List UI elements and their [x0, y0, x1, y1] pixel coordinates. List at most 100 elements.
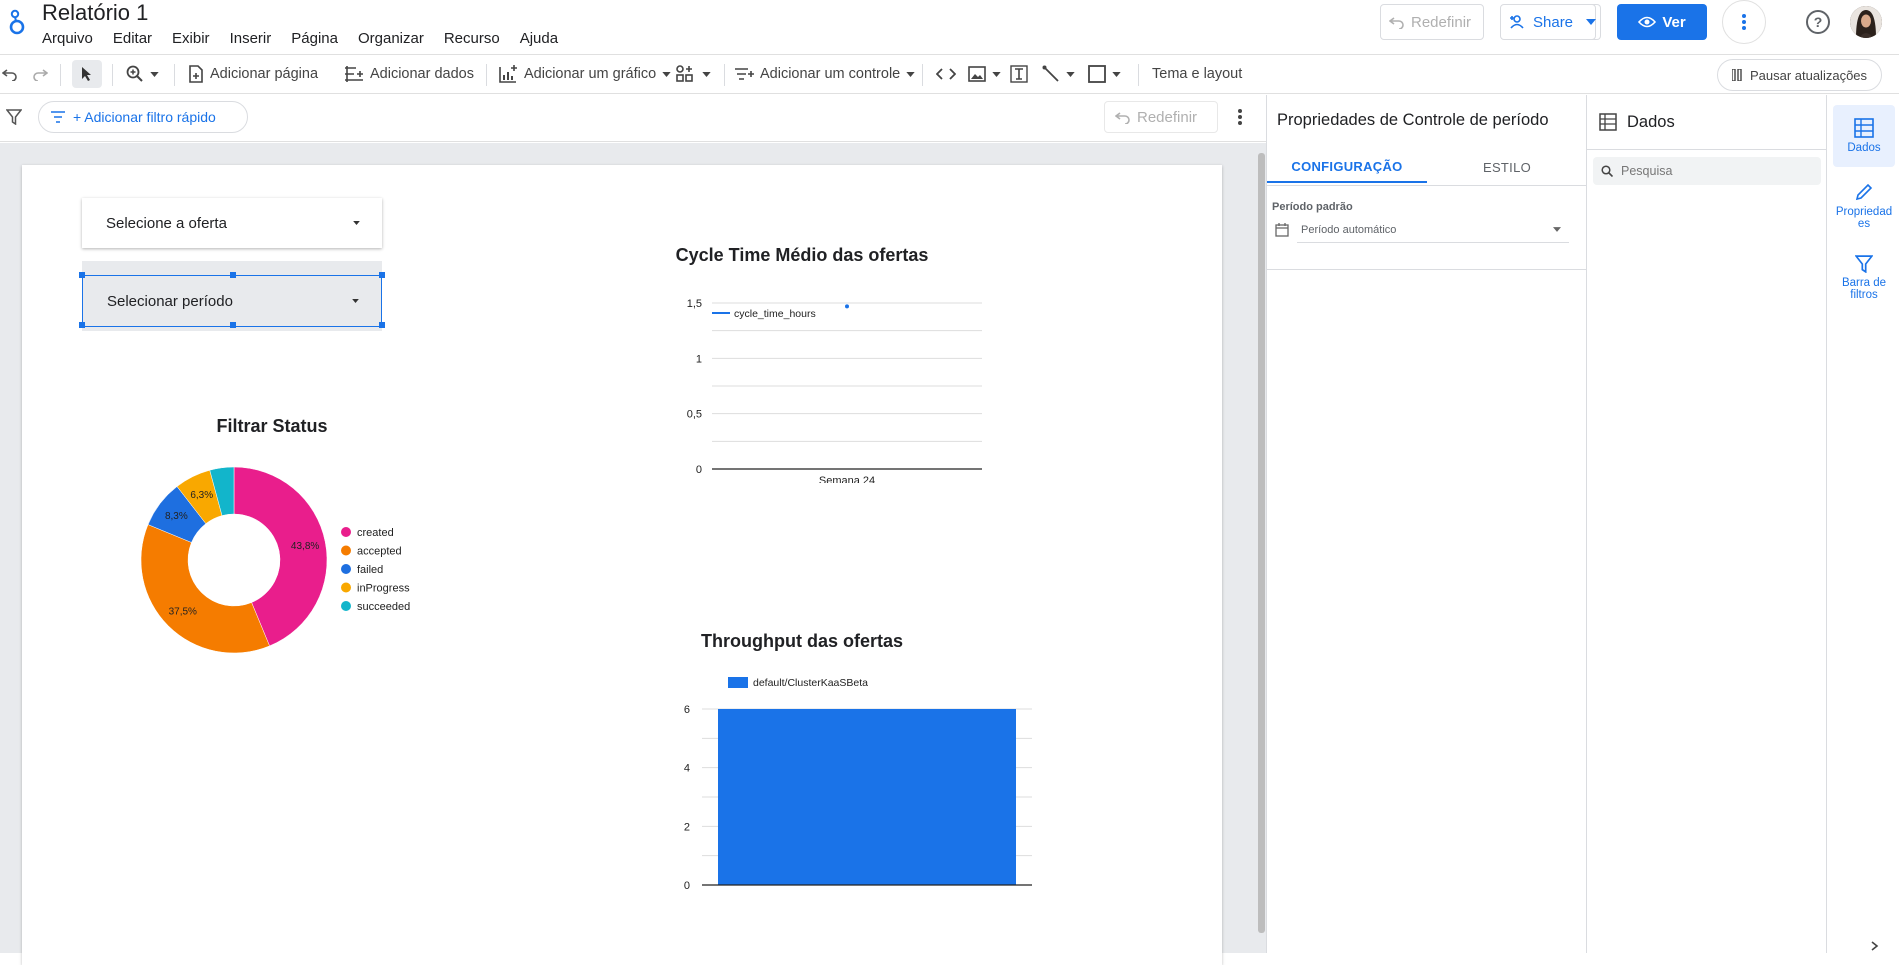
add-control-icon: [734, 66, 754, 82]
data-panel-title: Dados: [1627, 113, 1675, 131]
reset-filters-button[interactable]: Redefinir: [1104, 101, 1218, 133]
rail-data-button[interactable]: Dados: [1833, 105, 1895, 167]
undo-reset-icon: [1389, 15, 1405, 29]
report-title[interactable]: Relatório 1: [42, 0, 148, 26]
add-chart-button[interactable]: Adicionar um gráfico: [498, 55, 671, 93]
add-data-label: Adicionar dados: [370, 66, 474, 82]
menu-recurso[interactable]: Recurso: [444, 30, 510, 50]
rail-properties-button[interactable]: Propriedad es: [1833, 175, 1895, 237]
menu-arquivo[interactable]: Arquivo: [42, 30, 103, 50]
looker-studio-logo-icon[interactable]: [6, 6, 28, 36]
side-rail: Dados Propriedad es Barra de filtros: [1826, 95, 1899, 953]
text-box-icon[interactable]: [1010, 55, 1028, 93]
section-divider: [1267, 269, 1587, 270]
line-icon: [1042, 65, 1060, 83]
y-tick-label: 0: [696, 464, 702, 476]
add-component-button[interactable]: [676, 55, 711, 93]
theme-layout-button[interactable]: Tema e layout: [1152, 55, 1242, 93]
reset-button[interactable]: Redefinir: [1380, 4, 1484, 40]
add-quick-filter-label: + Adicionar filtro rápido: [73, 109, 216, 125]
redo-icon[interactable]: [32, 55, 48, 93]
status-donut-chart[interactable]: 43,8% 37,5% 8,3%6,3% created accepted failed i…: [122, 445, 422, 675]
caret-down-icon: [662, 71, 671, 77]
more-vert-icon: [1742, 14, 1746, 30]
offer-dropdown-control[interactable]: Selecione a oferta: [82, 198, 382, 248]
toolbar-divider: [922, 64, 923, 86]
pause-updates-button[interactable]: Pausar atualizações: [1717, 59, 1882, 91]
add-quick-filter-button[interactable]: + Adicionar filtro rápido: [38, 101, 248, 133]
period-date-control[interactable]: Selecionar período: [79, 272, 385, 328]
y-tick-label: 4: [684, 763, 690, 775]
default-period-label: Período padrão: [1272, 201, 1353, 213]
cycle-time-line-chart[interactable]: 0 0,5 1 1,5 Semana 24 cycle_time_hours: [672, 273, 1072, 483]
toolbar-divider: [112, 64, 113, 86]
menu-exibir[interactable]: Exibir: [172, 30, 220, 50]
zoom-button[interactable]: [126, 55, 159, 93]
filter-bar: + Adicionar filtro rápido Redefinir: [0, 95, 1266, 142]
share-label: Share: [1533, 13, 1574, 31]
avatar[interactable]: [1850, 6, 1882, 38]
throughput-bar-chart[interactable]: 0246Semana 24default/ClusterKaaSBeta: [662, 659, 1112, 889]
toolbar-divider: [60, 64, 61, 86]
resize-handle[interactable]: [379, 272, 385, 278]
menu-inserir[interactable]: Inserir: [230, 30, 282, 50]
rectangle-icon: [1088, 65, 1106, 83]
add-page-button[interactable]: Adicionar página: [188, 55, 318, 93]
resize-handle[interactable]: [79, 272, 85, 278]
add-page-icon: [188, 65, 204, 83]
default-period-select[interactable]: Período automático: [1297, 217, 1569, 243]
resize-handle[interactable]: [79, 322, 85, 328]
rail-filter-bar-button[interactable]: Barra de filtros: [1833, 247, 1895, 309]
donut-chart-title: Filtrar Status: [216, 416, 328, 436]
period-control-container: Selecionar período: [79, 261, 385, 331]
donut-slice-accepted: [140, 524, 270, 654]
menu-pagina[interactable]: Página: [291, 30, 348, 50]
default-period-value: Período automático: [1301, 223, 1397, 236]
more-vert-icon[interactable]: [1238, 109, 1242, 125]
report-page[interactable]: Selecione a oferta Selecionar período Fi…: [22, 165, 1222, 965]
caret-down-icon: [1585, 19, 1596, 25]
image-button[interactable]: [968, 55, 1001, 93]
bar-chart-title: Throughput das ofertas: [701, 631, 903, 651]
help-icon[interactable]: ?: [1806, 10, 1830, 34]
filter-icon[interactable]: [6, 109, 22, 125]
canvas-scrollbar[interactable]: [1258, 153, 1265, 933]
caret-down-icon: [1553, 227, 1561, 232]
menu-ajuda[interactable]: Ajuda: [520, 30, 568, 50]
resize-handle[interactable]: [379, 322, 385, 328]
y-tick-label: 6: [684, 704, 690, 716]
tab-style[interactable]: ESTILO: [1427, 151, 1587, 183]
select-tool-button[interactable]: [72, 60, 102, 88]
resize-handle[interactable]: [230, 322, 236, 328]
legend-label: failed: [357, 564, 383, 576]
offer-control-label: Selecione a oferta: [106, 214, 227, 232]
add-control-button[interactable]: Adicionar um controle: [734, 55, 915, 93]
menu-organizar[interactable]: Organizar: [358, 30, 434, 50]
embed-code-icon[interactable]: [936, 55, 956, 93]
y-tick-label: 1,5: [687, 298, 702, 310]
add-data-button[interactable]: Adicionar dados: [344, 55, 474, 93]
tab-configuration[interactable]: CONFIGURAÇÃO: [1267, 151, 1427, 183]
share-dropdown-button[interactable]: [1581, 4, 1601, 40]
caret-down-icon: [353, 221, 360, 225]
caret-down-icon: [906, 71, 915, 77]
table-chart-icon: [1599, 113, 1617, 131]
x-tick-label: Semana 24: [819, 475, 875, 483]
data-search-input[interactable]: Pesquisa: [1593, 157, 1821, 185]
view-label: Ver: [1662, 13, 1686, 31]
shape-button[interactable]: [1088, 55, 1121, 93]
view-button[interactable]: Ver: [1617, 4, 1707, 40]
line-button[interactable]: [1042, 55, 1075, 93]
add-data-icon: [344, 65, 364, 83]
resize-handle[interactable]: [230, 272, 236, 278]
search-icon: [1601, 165, 1613, 177]
chevron-right-icon[interactable]: [1871, 941, 1879, 951]
menu-editar[interactable]: Editar: [113, 30, 162, 50]
more-options-button[interactable]: [1722, 0, 1766, 44]
undo-icon[interactable]: [2, 55, 18, 93]
search-placeholder: Pesquisa: [1621, 164, 1673, 178]
toolbar-divider: [174, 64, 175, 86]
data-panel: Dados Pesquisa: [1586, 95, 1827, 953]
legend-label: cycle_time_hours: [734, 308, 816, 320]
tabs-divider: [1267, 185, 1587, 186]
